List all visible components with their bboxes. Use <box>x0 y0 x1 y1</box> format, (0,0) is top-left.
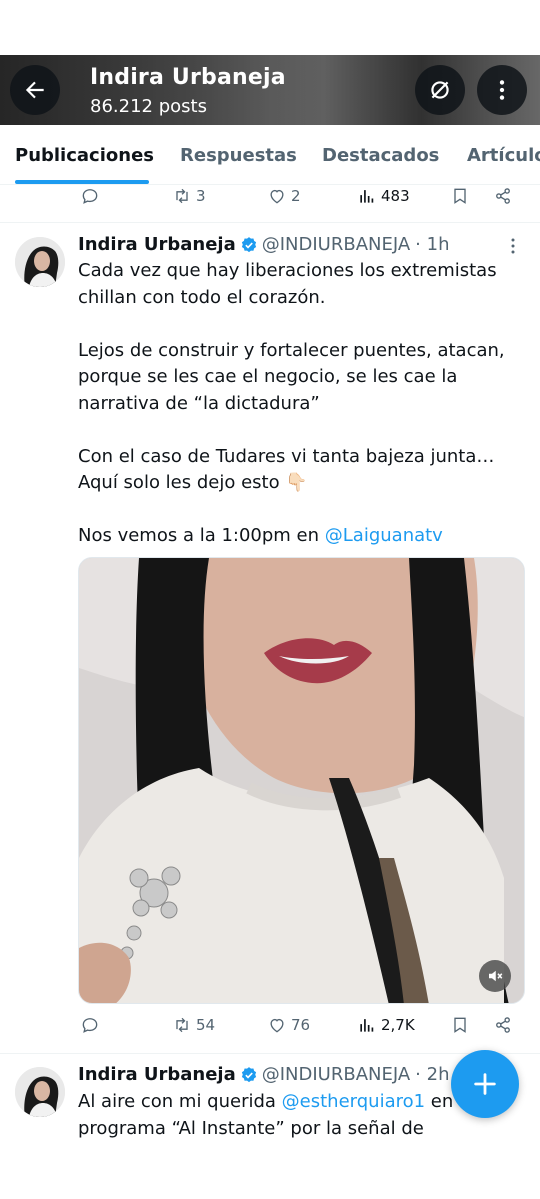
tweet-actions: 54 76 2,7K <box>0 1015 540 1045</box>
tweet-paragraph: Cada vez que hay liberaciones los extrem… <box>78 260 497 308</box>
tweet-header: Indira Urbaneja @INDIURBANEJA · 2h <box>78 1064 449 1085</box>
divider <box>0 222 540 223</box>
tweet-header: Indira Urbaneja @INDIURBANEJA · 1h <box>78 234 449 255</box>
mention-link[interactable]: @estherquiaro1 <box>282 1091 425 1112</box>
share-button[interactable] <box>493 186 517 206</box>
tab-articulos[interactable]: Artículos <box>467 145 540 166</box>
video-thumbnail <box>79 558 524 1003</box>
avatar-image <box>15 1067 65 1117</box>
tab-destacados[interactable]: Destacados <box>322 145 439 166</box>
reply-button[interactable] <box>80 186 104 206</box>
mute-icon <box>489 970 503 982</box>
no-notification-icon <box>431 81 449 99</box>
avatar[interactable] <box>15 237 65 287</box>
tweet-text: Al aire con mi querida @estherquiaro1 en… <box>78 1089 480 1142</box>
like-button[interactable]: 2 <box>267 186 301 206</box>
compose-button[interactable] <box>451 1050 519 1118</box>
tab-publicaciones[interactable]: Publicaciones <box>15 145 154 166</box>
share-icon <box>496 1017 510 1033</box>
status-bar-area <box>0 0 540 55</box>
tweet-line: programa “Al Instante” por la señal de <box>78 1117 424 1139</box>
tweet-text-part: Al aire con mi querida <box>78 1091 282 1112</box>
video-player[interactable] <box>78 557 525 1004</box>
post-time: · 1h <box>415 234 450 255</box>
tweet-paragraph: Lejos de construir y fortalecer puentes,… <box>78 339 505 414</box>
profile-header: Indira Urbaneja 86.212 posts <box>0 55 540 125</box>
post-time: · 2h <box>415 1064 450 1085</box>
tweet-text: Cada vez que hay liberaciones los extrem… <box>78 258 523 550</box>
share-button[interactable] <box>493 1015 517 1035</box>
more-vertical-icon <box>499 80 505 100</box>
like-count: 2 <box>291 187 301 205</box>
author-name[interactable]: Indira Urbaneja <box>78 234 236 255</box>
tweet-paragraph: Nos vemos a la 1:00pm en @Laiguanatv <box>78 523 523 550</box>
notifications-button[interactable] <box>415 65 465 115</box>
plus-icon <box>474 1073 496 1095</box>
bookmark-icon <box>454 188 466 204</box>
avatar[interactable] <box>15 1067 65 1117</box>
view-count: 483 <box>381 187 410 205</box>
repost-button[interactable]: 54 <box>172 1015 215 1035</box>
reply-button[interactable] <box>80 1015 104 1035</box>
views-icon <box>360 1019 374 1032</box>
bookmark-button[interactable] <box>450 186 474 206</box>
bookmark-button[interactable] <box>450 1015 474 1035</box>
like-count: 76 <box>291 1016 311 1034</box>
repost-icon <box>176 1017 188 1033</box>
tab-respuestas[interactable]: Respuestas <box>180 145 297 166</box>
like-button[interactable]: 76 <box>267 1015 310 1035</box>
avatar-image <box>15 237 65 287</box>
verified-icon <box>241 236 256 252</box>
back-button[interactable] <box>10 65 60 115</box>
author-name[interactable]: Indira Urbaneja <box>78 1064 236 1085</box>
views-button[interactable]: 2,7K <box>357 1015 415 1035</box>
mention-link[interactable]: @Laiguanatv <box>325 525 443 546</box>
views-icon <box>360 190 374 203</box>
author-handle[interactable]: @INDIURBANEJA <box>262 1064 410 1085</box>
active-tab-indicator <box>15 180 149 184</box>
tweet-paragraph-text: Nos vemos a la 1:00pm en <box>78 525 325 546</box>
repost-count: 54 <box>196 1016 216 1034</box>
verified-icon <box>241 1066 256 1082</box>
tweet-paragraph: Con el caso de Tudares vi tanta bajeza j… <box>78 445 495 494</box>
reply-icon <box>82 1018 98 1033</box>
share-icon <box>496 188 510 204</box>
bookmark-icon <box>454 1017 466 1033</box>
tweet-line: Al aire con mi querida @estherquiaro1 en… <box>78 1089 480 1116</box>
profile-tabs: Publicaciones Respuestas Destacados Artí… <box>0 125 540 185</box>
back-arrow-icon <box>25 81 44 99</box>
mute-button[interactable] <box>479 960 511 992</box>
prev-post-actions: 3 2 483 <box>0 186 540 216</box>
reply-icon <box>82 189 98 204</box>
views-button[interactable]: 483 <box>357 186 410 206</box>
repost-icon <box>176 188 188 204</box>
divider <box>0 1053 540 1054</box>
author-handle[interactable]: @INDIURBANEJA <box>262 234 410 255</box>
more-vertical-icon <box>511 238 515 254</box>
more-button[interactable] <box>477 65 527 115</box>
like-icon <box>270 1018 284 1033</box>
view-count: 2,7K <box>381 1016 415 1034</box>
profile-name: Indira Urbaneja <box>90 65 286 90</box>
repost-button[interactable]: 3 <box>172 186 206 206</box>
post-count: 86.212 posts <box>90 96 207 117</box>
like-icon <box>270 189 284 204</box>
repost-count: 3 <box>196 187 206 205</box>
